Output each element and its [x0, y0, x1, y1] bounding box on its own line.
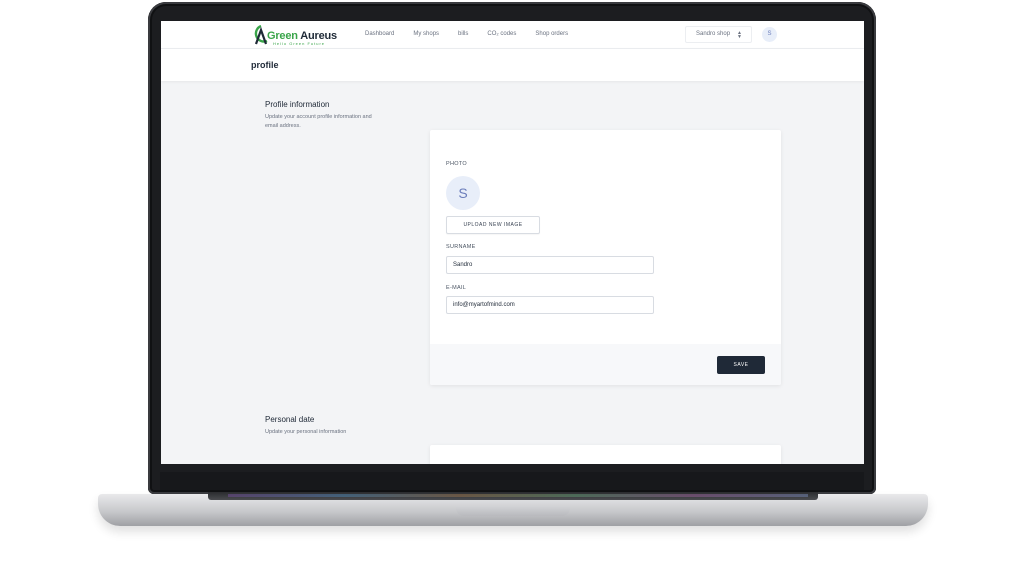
photo-label: PHOTO	[446, 161, 467, 167]
surname-label: SURNAME	[446, 244, 476, 250]
email-label: E-MAIL	[446, 285, 467, 291]
nav-link-co2-codes[interactable]: CO₂ codes	[487, 31, 516, 37]
updown-arrows-icon: ▲ ▼	[737, 30, 742, 40]
shop-select-value: Sandro shop	[696, 31, 731, 37]
save-button[interactable]: SAVE	[717, 356, 765, 374]
surname-input[interactable]: Sandro	[446, 256, 654, 274]
top-navbar: Green Aureus Hello Green Future Dashboar…	[161, 21, 864, 49]
profile-section-description: Update your account profile information …	[265, 114, 372, 129]
personal-section-title: Personal date	[265, 415, 315, 424]
nav-link-bills[interactable]: bills	[458, 31, 468, 37]
email-input[interactable]: info@myartofmind.com	[446, 296, 654, 314]
profile-card: PHOTO S UPLOAD NEW IMAGE SURNAME Sandro …	[430, 130, 781, 385]
personal-card	[430, 445, 781, 464]
page-title: profile	[251, 60, 279, 70]
personal-section-description: Update your personal information	[265, 429, 347, 435]
laptop-notch	[456, 506, 570, 516]
laptop-bezel-bottom	[160, 472, 864, 490]
brand-logo[interactable]: Green Aureus Hello Green Future	[251, 24, 347, 48]
nav-link-shop-orders[interactable]: Shop orders	[535, 31, 568, 37]
nav-link-dashboard[interactable]: Dashboard	[365, 31, 394, 37]
profile-card-footer: SAVE	[430, 344, 781, 385]
profile-photo-avatar: S	[446, 176, 480, 210]
keyboard-glint	[228, 494, 808, 497]
brand-tagline: Hello Green Future	[273, 41, 326, 46]
nav-links: Dashboard My shops bills CO₂ codes Shop …	[365, 31, 587, 37]
shop-select[interactable]: Sandro shop ▲ ▼	[685, 26, 752, 43]
nav-link-my-shops[interactable]: My shops	[413, 31, 439, 37]
user-avatar[interactable]: S	[762, 27, 777, 42]
profile-section-title: Profile information	[265, 100, 330, 109]
app-screen: Green Aureus Hello Green Future Dashboar…	[161, 21, 864, 464]
upload-new-image-button[interactable]: UPLOAD NEW IMAGE	[446, 216, 540, 234]
laptop-mockup: Green Aureus Hello Green Future Dashboar…	[0, 0, 1024, 571]
page-header: profile	[161, 49, 864, 81]
